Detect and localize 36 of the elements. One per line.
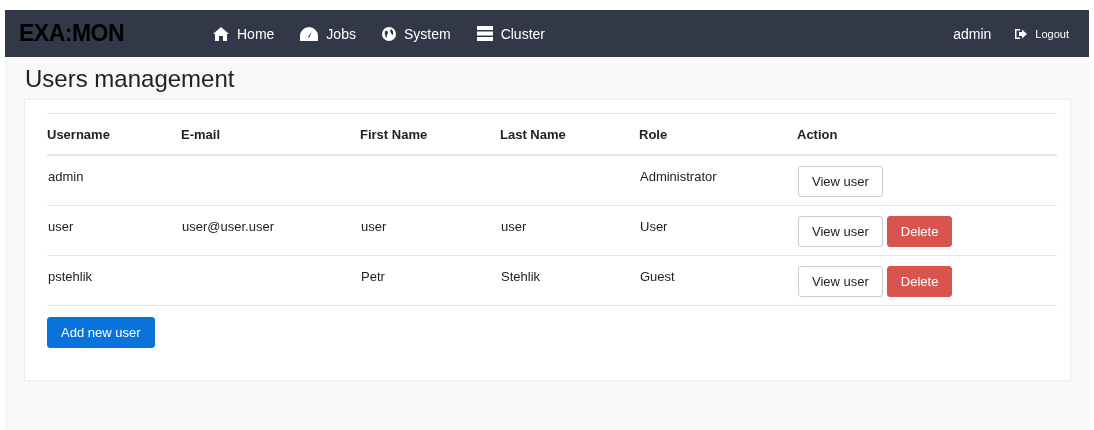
column-header: Username [47,113,181,155]
nav-link[interactable]: Jobs [300,25,356,42]
column-header: Role [639,113,797,155]
delete-button[interactable]: Delete [886,215,953,247]
page-title: Users management [25,64,236,94]
server-icon [476,26,493,41]
table-cell: Petr [360,255,500,305]
table-cell: user [360,205,500,255]
nav-link[interactable]: Home [213,25,275,42]
view-button[interactable]: View user [798,166,883,197]
gauge-icon [300,26,319,41]
table-cell: Administrator [639,155,797,205]
table-cell: user [47,205,181,255]
table-cell: User [639,205,797,255]
column-header: Last Name [500,113,639,155]
table-cell: Guest [639,255,797,305]
logo: EXA:MON [19,20,126,47]
home-icon [213,26,229,41]
column-header: E-mail [181,113,360,155]
view-button[interactable]: View user [798,265,883,297]
view-button[interactable]: View user [798,215,883,247]
table-cell: Stehlik [500,255,639,305]
nav-link[interactable]: Cluster [476,25,545,42]
user-name: admin [953,25,992,42]
column-header: Action [797,113,1057,155]
globe-icon [381,26,396,41]
delete-button[interactable]: Delete [886,265,953,297]
table-cell: admin [47,155,181,205]
table-cell: user [500,205,639,255]
logout-icon [1015,28,1028,39]
nav-link[interactable]: System [381,25,451,42]
column-header: First Name [360,113,500,155]
logout-link[interactable]: Logout [1015,27,1069,40]
table-cell: pstehlik [47,255,181,305]
table-cell: user@user.user [181,205,360,255]
add-button[interactable]: Add new user [47,316,155,348]
